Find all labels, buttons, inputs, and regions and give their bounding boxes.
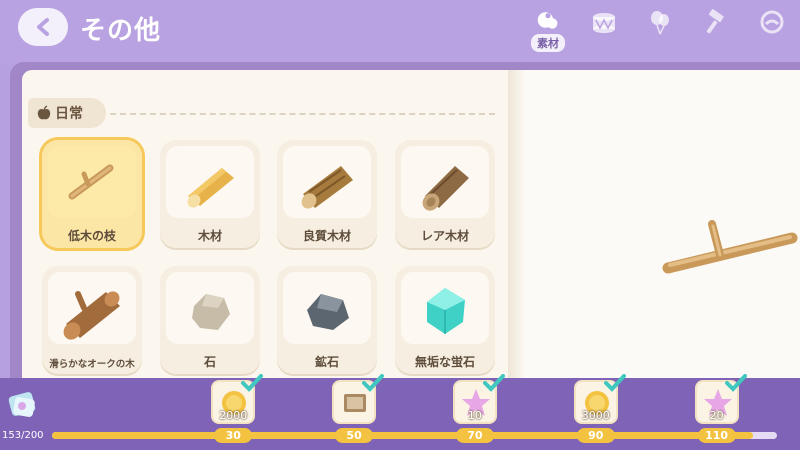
tab-drum[interactable]	[584, 8, 624, 52]
reward-star[interactable]: 20	[694, 374, 747, 424]
wood-icon	[187, 168, 234, 208]
item-card-oak-log[interactable]: 滑らかなオークの木	[42, 266, 142, 374]
milestone-label: 70	[455, 428, 494, 443]
balloon-icon	[651, 11, 669, 35]
page-title: その他	[80, 16, 162, 46]
progress-count: 153/200	[2, 430, 44, 441]
item-name: 石	[203, 355, 216, 369]
item-card-fluorite[interactable]: 無垢な蛍石	[395, 266, 495, 374]
fluorite-icon	[427, 288, 465, 334]
reward-book[interactable]	[332, 374, 385, 424]
tab-material-label: 素材	[531, 34, 565, 52]
reward-progress-bar	[0, 378, 800, 450]
reward-coins[interactable]: 3000	[573, 374, 626, 424]
item-preview-twig	[662, 220, 798, 274]
item-card-wood[interactable]: 木材	[160, 140, 260, 248]
twig-icon	[68, 164, 114, 200]
check-icon	[241, 374, 264, 392]
back-button[interactable]	[18, 8, 68, 46]
reward-coins[interactable]: 2000	[211, 374, 264, 424]
collection-book-icon	[8, 392, 36, 417]
section-divider	[110, 113, 495, 115]
item-name: 良質木材	[302, 229, 351, 243]
header-bar: その他 素材	[0, 0, 800, 64]
oak-log-icon	[63, 291, 120, 340]
item-card-quality-wood[interactable]: 良質木材	[277, 140, 377, 248]
compass-icon	[760, 10, 784, 34]
item-card-ore[interactable]: 鉱石	[277, 266, 377, 374]
reward-qty: 3000	[581, 409, 610, 422]
section-label: 日常	[55, 106, 83, 122]
milestone-label: 50	[335, 428, 374, 443]
progress-fill	[52, 432, 753, 439]
chevron-left-icon	[37, 18, 49, 36]
tab-hammer[interactable]	[696, 8, 736, 52]
check-icon	[724, 374, 747, 392]
tab-compass[interactable]	[752, 8, 792, 52]
item-name: 鉱石	[314, 355, 339, 369]
section-tag: 日常	[28, 98, 106, 128]
item-name: 滑らかなオークの木	[49, 359, 135, 370]
milestone-label: 110	[697, 428, 736, 443]
item-card-twig[interactable]: 低木の枝	[42, 140, 142, 248]
check-icon	[603, 374, 626, 392]
ore-icon	[307, 294, 349, 330]
drum-icon	[593, 13, 615, 33]
item-name: 低木の枝	[67, 229, 116, 243]
item-name: 木材	[197, 229, 222, 243]
item-card-stone[interactable]: 石	[160, 266, 260, 374]
reward-qty: 10	[467, 409, 482, 422]
item-card-rare-wood[interactable]: レア木材	[395, 140, 495, 248]
reward-star[interactable]: 10	[452, 374, 505, 424]
tab-material[interactable]: 素材	[528, 8, 568, 52]
check-icon	[362, 374, 385, 392]
milestone-label: 30	[214, 428, 253, 443]
hammer-icon	[706, 9, 724, 34]
milestone-label: 90	[576, 428, 615, 443]
stone-icon	[192, 294, 230, 330]
material-icon	[537, 12, 558, 29]
check-icon	[482, 374, 505, 392]
quality-wood-icon	[301, 166, 353, 209]
reward-qty: 2000	[219, 409, 248, 422]
rare-wood-icon	[422, 166, 469, 211]
item-name: レア木材	[420, 229, 469, 243]
progress-track	[52, 432, 777, 439]
tab-balloon[interactable]	[640, 8, 680, 52]
item-name: 無垢な蛍石	[414, 355, 475, 369]
book-fold	[508, 70, 524, 390]
apple-icon	[37, 105, 51, 120]
reward-qty: 20	[709, 409, 724, 422]
